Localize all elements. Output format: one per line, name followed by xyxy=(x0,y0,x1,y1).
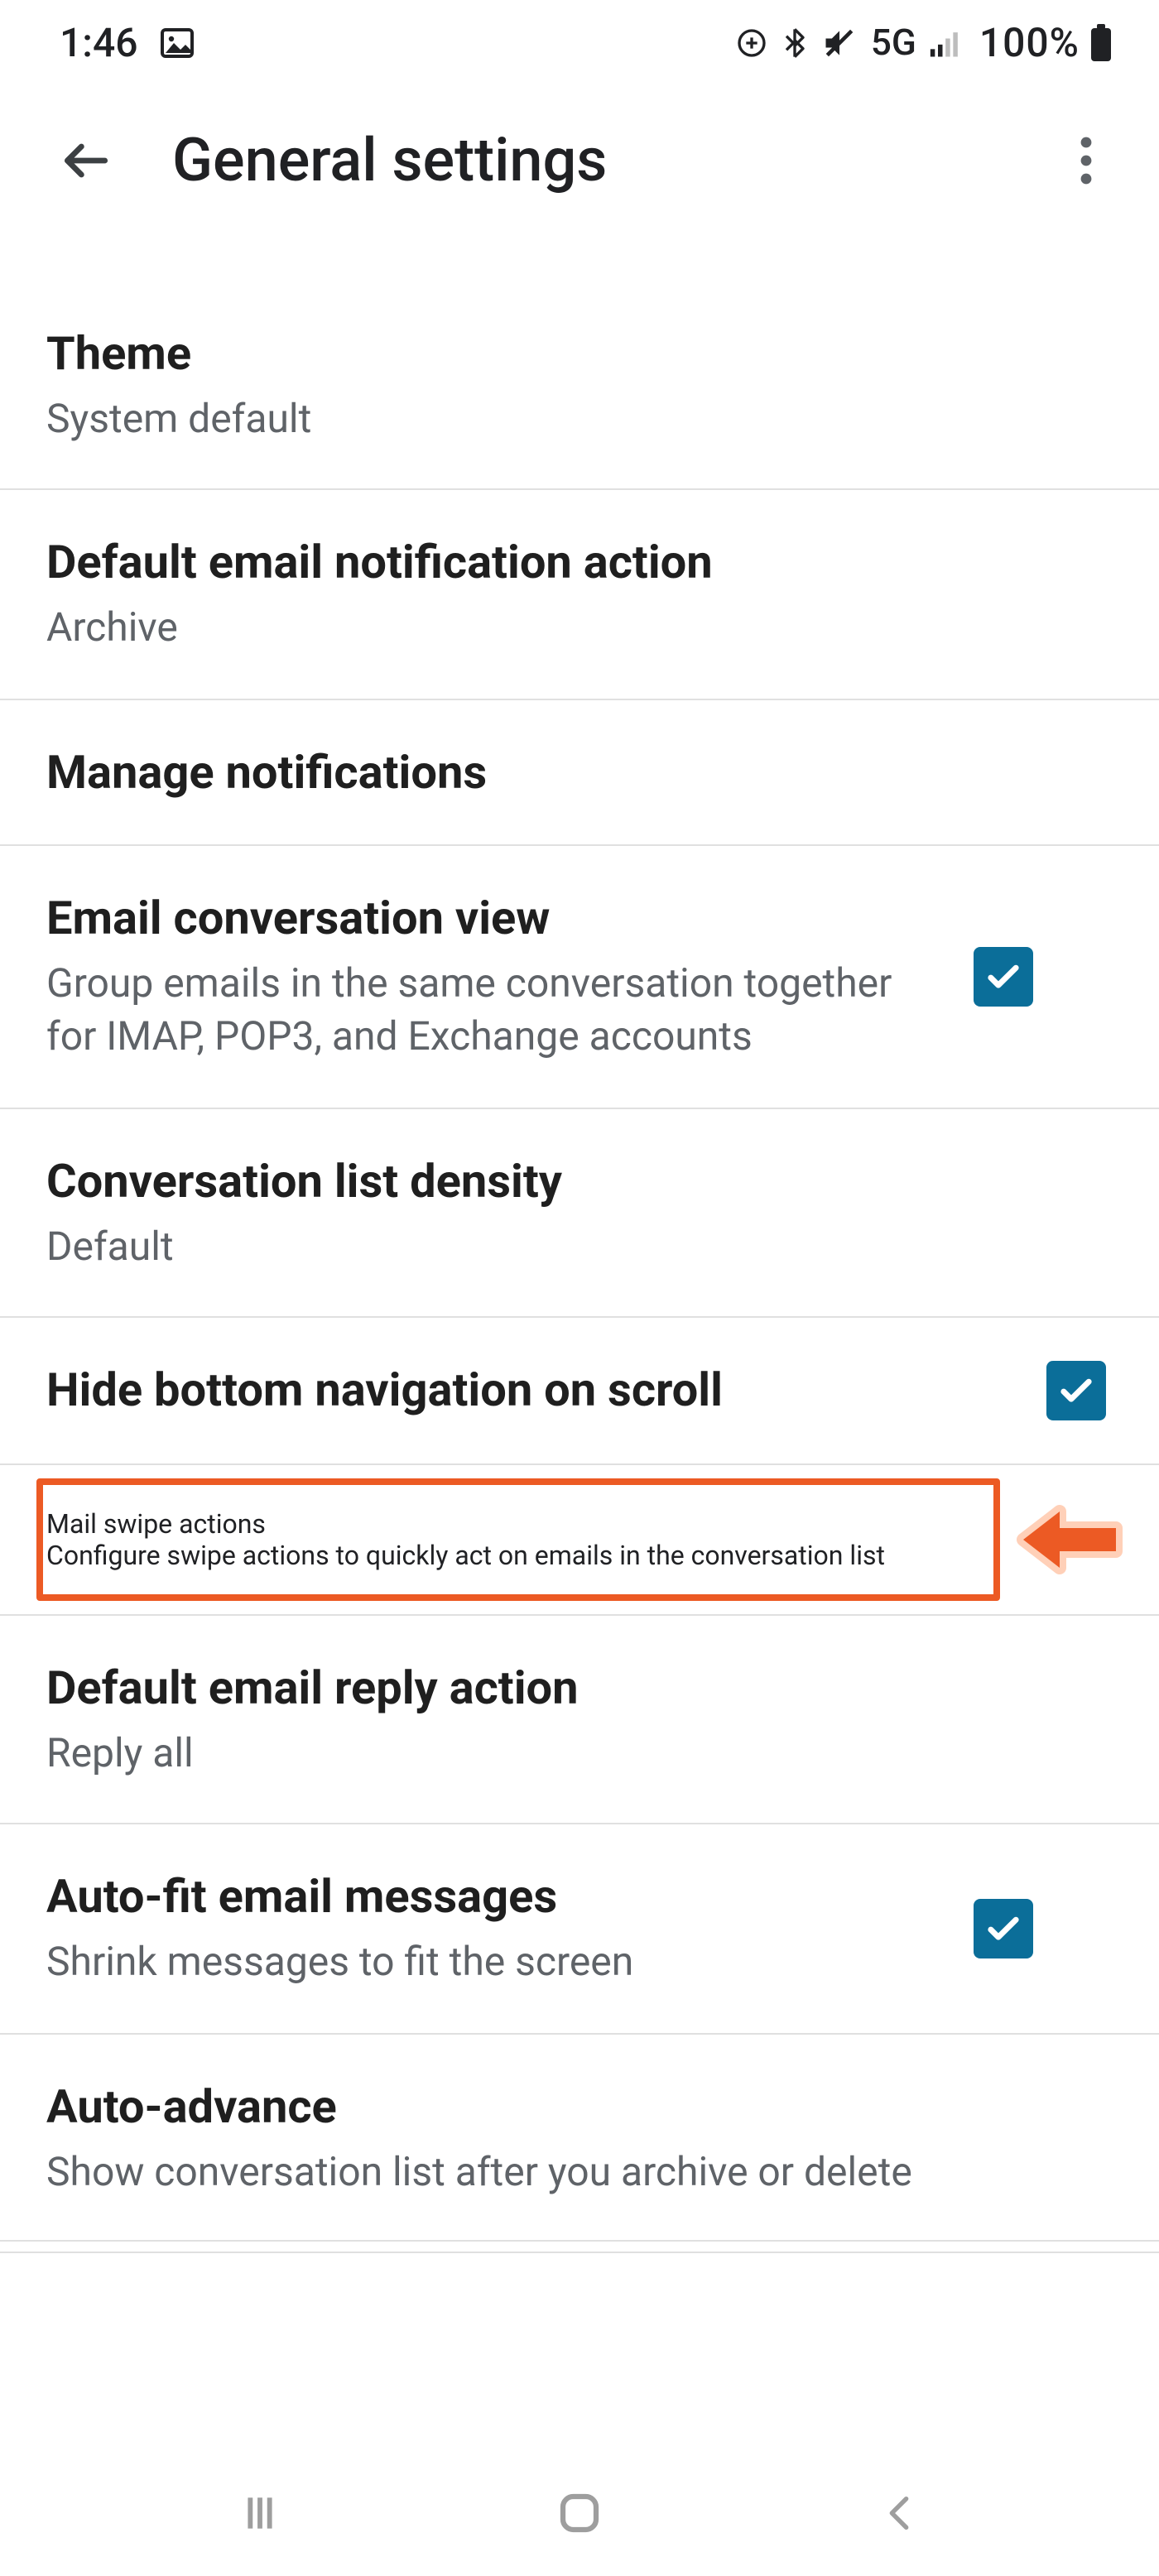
row-sub: Archive xyxy=(46,602,1086,656)
row-manage-notifications[interactable]: Manage notifications xyxy=(0,700,1159,846)
row-sub: Show conversation list after you archive… xyxy=(46,2145,1086,2199)
row-email-conversation-view[interactable]: Email conversation view Group emails in … xyxy=(0,846,1159,1109)
bluetooth-icon xyxy=(778,25,811,61)
data-saver-icon xyxy=(735,26,768,60)
row-theme[interactable]: Theme System default xyxy=(0,235,1159,491)
row-title: Conversation list density xyxy=(46,1151,1086,1209)
checkbox-hide-nav[interactable] xyxy=(1046,1361,1106,1420)
status-bar: 1:46 5G 100% xyxy=(0,0,1159,86)
back-button[interactable] xyxy=(46,121,126,200)
row-title: Mail swipe actions xyxy=(46,1508,974,1540)
row-title: Default email notification action xyxy=(46,534,1086,592)
more-vert-icon xyxy=(1080,136,1093,185)
checkbox-auto-fit[interactable] xyxy=(974,1899,1033,1958)
row-sub: Configure swipe actions to quickly act o… xyxy=(46,1540,974,1571)
nav-home-button[interactable] xyxy=(513,2480,646,2546)
nav-back-button[interactable] xyxy=(834,2480,966,2546)
row-conversation-list-density[interactable]: Conversation list density Default xyxy=(0,1108,1159,1318)
row-sub: Reply all xyxy=(46,1727,1086,1781)
row-default-reply-action[interactable]: Default email reply action Reply all xyxy=(0,1616,1159,1825)
row-mail-swipe-actions[interactable]: Mail swipe actions Configure swipe actio… xyxy=(0,1465,1159,1614)
row-title: Hide bottom navigation on scroll xyxy=(46,1362,1020,1420)
row-auto-advance[interactable]: Auto-advance Show conversation list afte… xyxy=(0,2034,1159,2242)
status-right: 5G 100% xyxy=(735,20,1113,66)
check-icon xyxy=(1055,1369,1098,1412)
check-icon xyxy=(982,1907,1025,1950)
battery-pct: 100% xyxy=(979,20,1080,66)
system-navbar xyxy=(0,2460,1159,2576)
image-icon xyxy=(158,23,198,63)
checkbox-conversation-view[interactable] xyxy=(974,946,1033,1006)
row-hide-bottom-navigation[interactable]: Hide bottom navigation on scroll xyxy=(0,1318,1159,1465)
row-mail-swipe-actions-wrap: Mail swipe actions Configure swipe actio… xyxy=(0,1465,1159,1616)
recent-icon xyxy=(236,2490,282,2536)
row-title: Email conversation view xyxy=(46,889,947,947)
nav-recent-button[interactable] xyxy=(193,2480,325,2546)
row-title: Auto-fit email messages xyxy=(46,1868,947,1926)
signal-icon xyxy=(930,26,966,60)
row-auto-fit-messages[interactable]: Auto-fit email messages Shrink messages … xyxy=(0,1825,1159,2035)
network-label: 5G xyxy=(871,22,916,64)
row-sub: Group emails in the same conversation to… xyxy=(46,957,947,1065)
screen: 1:46 5G 100% xyxy=(0,0,1159,2576)
check-icon xyxy=(982,954,1025,997)
row-sub: Default xyxy=(46,1219,1086,1273)
row-title: Auto-advance xyxy=(46,2077,1086,2135)
app-bar: General settings xyxy=(0,86,1159,235)
settings-list: Theme System default Default email notif… xyxy=(0,235,1159,2253)
chevron-left-icon xyxy=(878,2492,921,2535)
annotation-arrow-left-icon xyxy=(1010,1502,1129,1578)
status-left: 1:46 xyxy=(60,20,198,66)
more-button[interactable] xyxy=(1046,121,1126,200)
row-sub: Shrink messages to fit the screen xyxy=(46,1936,947,1990)
mute-icon xyxy=(821,25,858,61)
status-time: 1:46 xyxy=(60,20,138,66)
row-sub: System default xyxy=(46,392,1086,446)
list-end-divider xyxy=(0,2240,1159,2253)
row-title: Theme xyxy=(46,324,1086,382)
row-title: Default email reply action xyxy=(46,1659,1086,1717)
arrow-back-icon xyxy=(58,132,114,189)
row-title: Manage notifications xyxy=(46,743,1086,801)
page-title: General settings xyxy=(172,126,1046,195)
row-default-notification-action[interactable]: Default email notification action Archiv… xyxy=(0,491,1159,700)
battery-icon xyxy=(1089,23,1113,63)
home-icon xyxy=(555,2488,604,2538)
